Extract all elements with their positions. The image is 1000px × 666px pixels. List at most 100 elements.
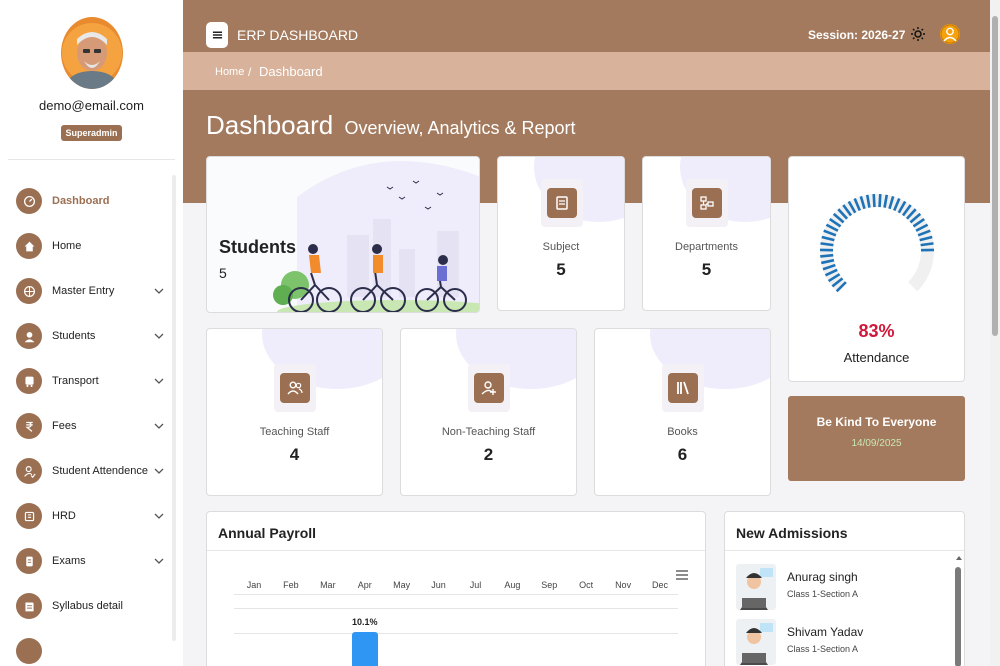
hrd-icon [16,503,42,529]
chart-menu-icon[interactable] [676,570,688,580]
gauge-tick [872,194,876,208]
attendance-icon [16,458,42,484]
page-scrollbar[interactable] [990,0,1000,666]
student-avatar [736,564,776,610]
home-icon [16,233,42,259]
students-card[interactable]: Students 5 [206,156,480,313]
exam-icon [16,548,42,574]
gauge-tick [878,194,882,208]
rupee-icon [16,413,42,439]
chart-gridline [234,594,678,595]
attendance-percent: 83% [858,321,895,341]
sidebar-item-student-attendence[interactable]: Student Attendence [16,456,164,486]
menu-button[interactable] [206,22,228,48]
x-tick-label: Aug [504,580,521,590]
sidebar-item-master-entry[interactable]: Master Entry [16,276,164,306]
sidebar-item-transport[interactable]: Transport [16,366,164,396]
library-icon [668,373,698,403]
sidebar-item-more[interactable] [16,636,164,666]
sidebar-item-students[interactable]: Students [16,321,164,351]
cyclists-illustration [273,161,479,312]
subject-card[interactable]: Subject 5 [497,156,625,311]
x-tick-label: Mar [320,580,336,590]
user-email: demo@email.com [39,98,144,113]
x-tick-label: Feb [283,580,299,590]
departments-icon-wrap [686,179,728,227]
list-item[interactable]: Shivam Yadav Class 1-Section A [736,619,936,666]
page-scrollbar-thumb[interactable] [992,16,998,336]
teaching-staff-card[interactable]: Teaching Staff 4 [206,328,383,496]
students-count: 5 [219,265,227,281]
books-count: 6 [677,445,688,464]
x-tick-label: May [393,580,411,590]
attendance-gauge [819,194,935,293]
session-label[interactable]: Session: 2026-27 [808,28,905,42]
sidebar-item-exams[interactable]: Exams [16,546,164,576]
scroll-up-icon[interactable] [955,554,963,562]
sidebar-item-dashboard[interactable]: Dashboard [16,186,164,216]
departments-count: 5 [701,260,712,279]
bus-icon [16,368,42,394]
breadcrumb-current: Dashboard [259,64,323,79]
chevron-down-icon [154,288,164,294]
chart-gridline [234,633,678,634]
admissions-scrollbar[interactable] [955,567,961,666]
quote-date: 14/09/2025 [851,438,902,449]
sidebar-scrollbar[interactable] [172,175,176,641]
top-header: ERP DASHBOARD Session: 2026-27 [183,0,990,52]
teaching-staff-label: Teaching Staff [259,426,330,438]
subject-label: Subject [542,241,580,253]
sidebar-item-label: Exams [52,555,86,567]
role-badge: Superadmin [61,125,122,141]
sidebar-item-hrd[interactable]: HRD [16,501,164,531]
sidebar-item-home[interactable]: Home [16,231,164,261]
student-name: Shivam Yadav [787,625,864,639]
sun-icon[interactable] [910,26,926,42]
x-tick-label: Apr [357,580,372,590]
panel-title: New Admissions [736,525,848,541]
quote-card: Be Kind To Everyone 14/09/2025 [788,396,965,481]
teaching-staff-count: 4 [289,445,300,464]
x-tick-label: Nov [615,580,632,590]
subject-icon-wrap [541,179,583,227]
book-icon [547,188,577,218]
departments-card[interactable]: Departments 5 [642,156,771,311]
sidebar-item-fees[interactable]: Fees [16,411,164,441]
x-tick-label: Oct [579,580,594,590]
panel-divider [207,550,705,551]
sidebar-item-label: Fees [52,420,77,432]
user-profile-icon[interactable] [939,23,961,45]
annual-payroll-panel: Annual Payroll Jan Feb Mar Apr May Jun Jul Aug S… [206,511,706,666]
sidebar-item-syllabus-detail[interactable]: Syllabus detail [16,591,164,621]
x-tick-label: Jan [246,580,262,590]
student-avatar [736,619,776,665]
data-label: 10.1% [351,616,378,627]
more-icon [16,638,42,664]
hamburger-icon [212,31,222,39]
teaching-staff-icon-wrap [274,364,316,412]
books-card[interactable]: Books 6 [594,328,771,496]
chart-bar[interactable] [351,631,378,666]
page-subtitle: Overview, Analytics & Report [344,118,576,138]
sidebar-item-label: Master Entry [52,285,115,297]
chart-gridline [234,608,678,609]
sidebar: demo@email.com Superadmin Dashboard Home… [0,0,183,666]
chevron-down-icon [154,513,164,519]
non-teaching-staff-count: 2 [483,445,494,464]
breadcrumb-home[interactable]: Home [215,66,244,78]
non-teaching-staff-label: Non-Teaching Staff [441,426,536,438]
non-teaching-staff-icon-wrap [468,364,510,412]
dashboard-icon [16,188,42,214]
x-tick-label: Jul [469,580,482,590]
attendance-card[interactable]: 83% Attendance [788,156,965,382]
student-class: Class 1-Section A [787,644,859,654]
x-tick-label: Jun [431,580,446,590]
list-item[interactable]: Anurag singh Class 1-Section A [736,564,936,612]
avatar[interactable] [61,17,123,89]
sidebar-item-label: Dashboard [52,195,110,207]
users-icon [280,373,310,403]
non-teaching-staff-card[interactable]: Non-Teaching Staff 2 [400,328,577,496]
new-admissions-panel: New Admissions Anurag singh Class 1-Sect… [724,511,965,666]
page-title-main: Dashboard [206,110,334,140]
breadcrumb-separator: / [248,65,252,79]
